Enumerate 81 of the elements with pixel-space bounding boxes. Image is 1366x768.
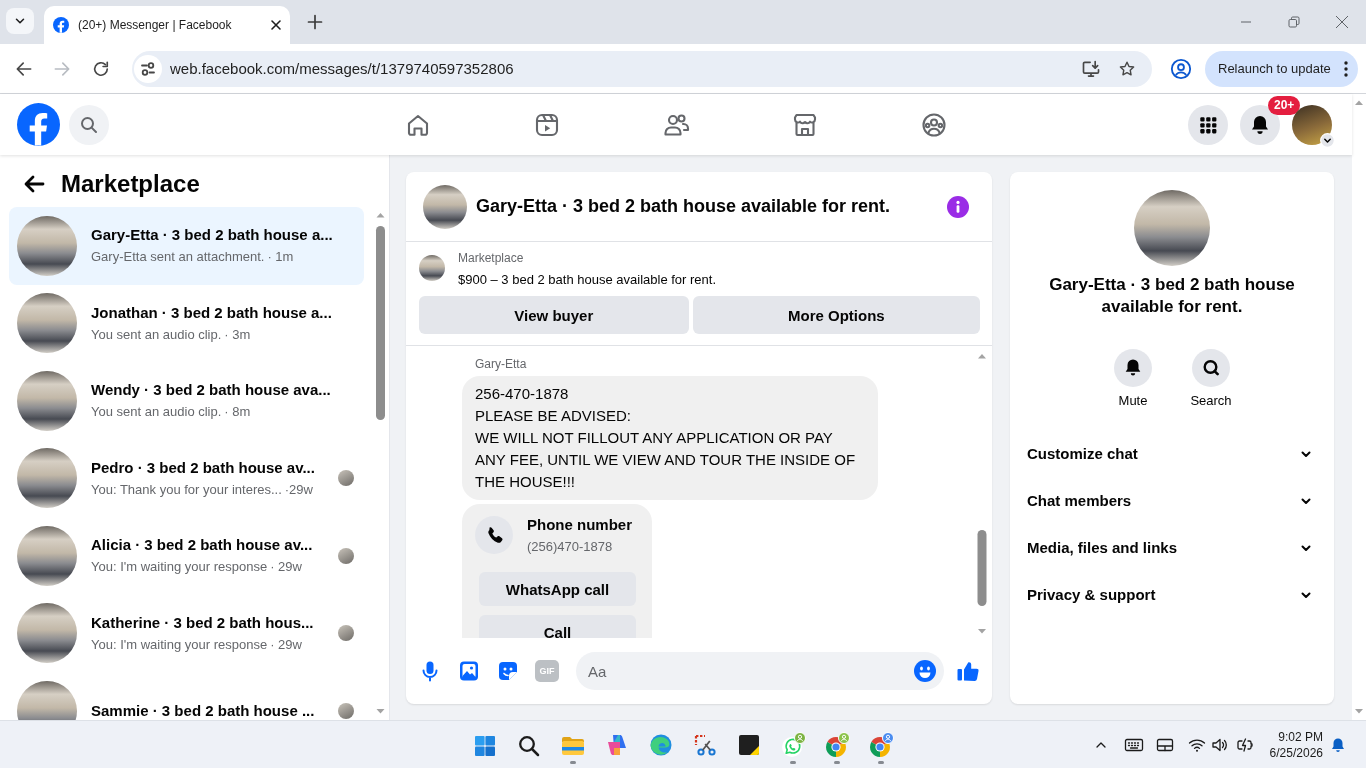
site-settings-icon[interactable] — [134, 54, 162, 83]
section-toggle[interactable]: Privacy & support — [1010, 571, 1334, 618]
conversation-item[interactable]: Jonathan · 3 bed 2 bath house a... You sent an audio clip. · 3m — [9, 284, 364, 362]
listing-photo — [419, 255, 445, 281]
search-button[interactable]: Search — [1181, 349, 1241, 410]
relaunch-button[interactable]: Relaunch to update — [1205, 50, 1358, 87]
note-icon[interactable] — [736, 732, 762, 758]
conversation-item[interactable]: Gary-Etta · 3 bed 2 bath house a... Gary-Etta sent an attachment. · 1m — [9, 207, 364, 285]
gif-button: GIF — [535, 660, 559, 682]
message-preview: You: I'm waiting your response — [91, 558, 268, 577]
conversation-title: Gary-Etta · 3 bed 2 bath house a... — [91, 225, 334, 246]
phone-number: (256)470-1878 — [527, 538, 614, 556]
section-toggle[interactable]: Customize chat — [1010, 430, 1334, 477]
taskbar-date[interactable]: 6/25/2026 — [1269, 744, 1323, 761]
monitor-download-icon[interactable] — [1081, 58, 1101, 79]
mute-button[interactable]: Mute — [1103, 349, 1163, 410]
message-preview: You: Thank you for your interes... — [91, 480, 282, 499]
emoji-icon[interactable] — [913, 659, 937, 683]
people-circle-icon[interactable] — [920, 110, 948, 139]
message-time: · 8m — [224, 403, 251, 422]
browser-icon[interactable] — [824, 732, 850, 758]
profile-icon[interactable] — [1170, 57, 1192, 80]
view-buyer-button[interactable]: View buyer — [419, 296, 689, 334]
message-time: · 1m — [267, 248, 294, 267]
message-time: ·29w — [284, 480, 313, 499]
logo-icon[interactable] — [17, 103, 60, 146]
bell-icon — [1114, 349, 1152, 387]
conversation-item[interactable]: Katherine · 3 bed 2 bath hous... You: I'm waiting your response · 29w — [9, 594, 364, 672]
message-time: · 3m — [224, 325, 251, 344]
conversation-item[interactable]: Alicia · 3 bed 2 bath house av... You: I'm waiting your response · 29w — [9, 517, 364, 595]
conversation-title: Wendy · 3 bed 2 bath house ava... — [91, 380, 332, 401]
chat-title: Gary-Etta · 3 bed 2 bath house available for rent. — [476, 196, 892, 217]
browser-icon[interactable] — [868, 732, 894, 758]
notification-bell-icon[interactable] — [1330, 736, 1346, 753]
notification-badge: 20+ — [1268, 95, 1301, 115]
sender-name: Gary-Etta — [475, 356, 528, 372]
more-options-button[interactable]: More Options — [692, 296, 980, 334]
search-icon — [1192, 349, 1230, 387]
grid-menu-icon[interactable] — [1188, 104, 1228, 145]
message-preview: You: I'm waiting your response — [91, 635, 268, 654]
sidebar-title: Marketplace — [61, 169, 200, 199]
listing-label: Marketplace — [458, 250, 525, 267]
plus-icon[interactable] — [306, 13, 324, 31]
thumbs-up-icon[interactable] — [956, 659, 980, 683]
close-icon[interactable] — [268, 17, 284, 33]
phone-icon — [475, 516, 513, 554]
conversation-item[interactable]: Wendy · 3 bed 2 bath house ava... You sent an audio clip. · 8m — [9, 362, 364, 440]
more-icon[interactable] — [1344, 60, 1348, 77]
browser-tab[interactable]: (20+) Messenger | Facebook — [44, 6, 290, 44]
message-preview: You sent an audio clip. — [91, 403, 222, 422]
battery-charging-icon[interactable] — [1235, 735, 1254, 754]
whatsapp-call-button[interactable]: WhatsApp call — [479, 572, 636, 606]
message-preview: Gary-Etta sent an attachment. — [91, 248, 265, 267]
details-title: Gary-Etta · 3 bed 2 bath house available for rent. — [1048, 274, 1296, 318]
conversation-title: Katherine · 3 bed 2 bath hous... — [91, 612, 315, 633]
conversation-title: Jonathan · 3 bed 2 bath house a... — [91, 302, 333, 323]
browser-icon[interactable] — [648, 732, 674, 758]
conversation-title: Alicia · 3 bed 2 bath house av... — [91, 535, 314, 556]
message-field[interactable]: Aa — [576, 652, 944, 690]
image-icon[interactable] — [457, 659, 481, 683]
section-toggle[interactable]: Chat members — [1010, 477, 1334, 524]
conversation-item[interactable]: Pedro · 3 bed 2 bath house av... You: Thank you for your interes... ·29w — [9, 439, 364, 517]
section-toggle[interactable]: Media, files and links — [1010, 524, 1334, 571]
message-bubble: 256-470-1878 PLEASE BE ADVISED: WE WILL NOT FILLOUT ANY APPLICATION OR PAY ANY FEE, UNTIL WE VIEW AND TOUR THE INSIDE OF THE HOUSE!!! — [462, 376, 878, 500]
listing-photo — [423, 184, 467, 229]
message-preview: You sent an audio clip. — [91, 325, 222, 344]
message-time: · 29w — [270, 558, 302, 577]
conversation-title: Pedro · 3 bed 2 bath house av... — [91, 457, 316, 478]
logo-icon — [53, 17, 69, 33]
call-button[interactable]: Call — [479, 615, 636, 638]
message-time: · 29w — [270, 635, 302, 654]
sticker-icon[interactable] — [496, 659, 520, 683]
contact-title: Phone number — [527, 515, 632, 535]
star-icon[interactable] — [1118, 59, 1136, 78]
listing-text: $900 – 3 bed 2 bath house available for rent. — [458, 271, 717, 289]
conversation-title: Sammie · 3 bed 2 bath house ... — [91, 700, 316, 720]
info-icon[interactable] — [947, 195, 969, 218]
taskbar-time[interactable]: 9:02 PM — [1269, 728, 1323, 745]
restore-icon[interactable] — [1288, 16, 1300, 28]
scissors-icon[interactable] — [692, 732, 718, 758]
address-field[interactable]: web.facebook.com/messages/t/1379740597352806 — [132, 50, 1152, 87]
